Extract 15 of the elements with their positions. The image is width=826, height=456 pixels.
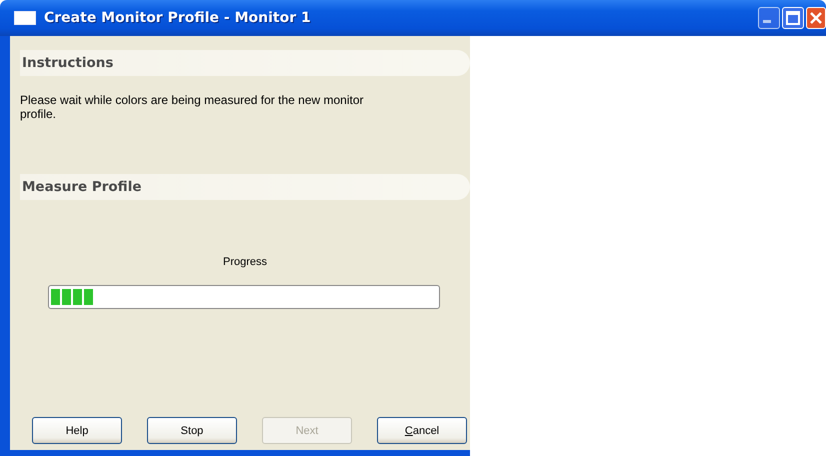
- progress-label: Progress: [222, 256, 268, 268]
- dialog-button[interactable]: Stop: [147, 417, 237, 444]
- window-title: Create Monitor Profile - Monitor 1: [44, 10, 312, 26]
- dialog-button[interactable]: Cancel: [377, 417, 467, 444]
- close-icon: [809, 11, 823, 25]
- maximize-button[interactable]: [782, 7, 804, 29]
- maximize-icon: [786, 11, 800, 25]
- section-header: Measure Profile: [20, 174, 470, 200]
- minimize-icon: [763, 20, 771, 24]
- instructions-text: Please wait while colors are being measured for the new monitor profile.: [20, 93, 365, 121]
- dialog-button[interactable]: Help: [32, 417, 122, 444]
- minimize-button[interactable]: [758, 7, 780, 29]
- section-header: Instructions: [20, 50, 470, 76]
- close-button[interactable]: [806, 7, 826, 29]
- window-icon: [14, 11, 36, 25]
